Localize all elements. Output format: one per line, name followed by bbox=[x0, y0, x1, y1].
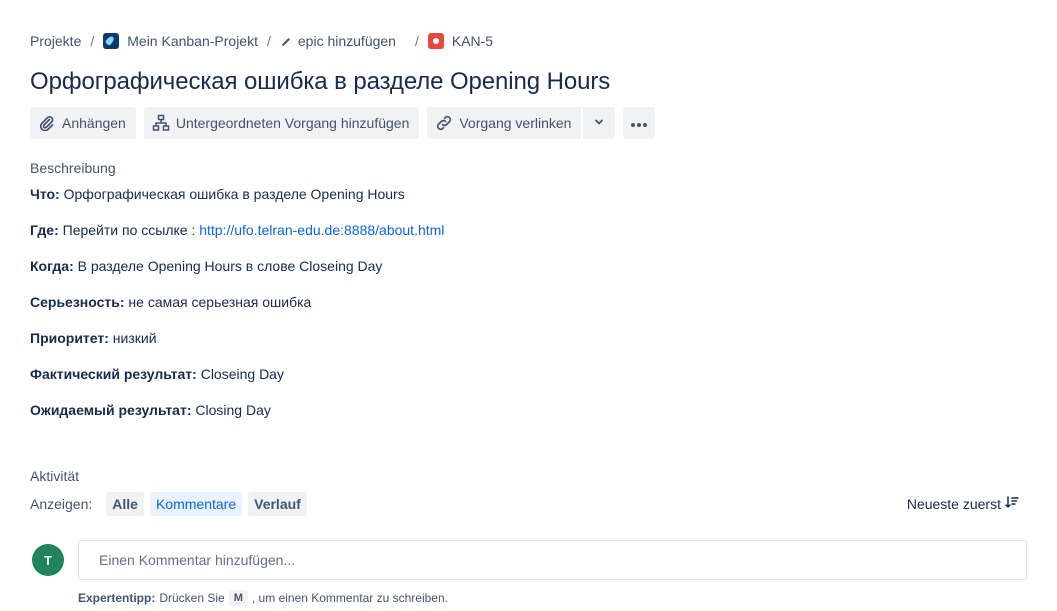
sort-order-button[interactable]: Neueste zuerst bbox=[907, 495, 1019, 512]
breadcrumb-project[interactable]: Mein Kanban-Projekt bbox=[103, 33, 258, 49]
activity-filter-bar: Anzeigen: Alle Kommentare Verlauf bbox=[30, 492, 307, 516]
description-line: Приоритет: низкий bbox=[30, 330, 444, 366]
description-value: не самая серьезная ошибка bbox=[124, 294, 312, 310]
description-value: низкий bbox=[108, 330, 157, 346]
breadcrumb-epic-label: epic hinzufügen bbox=[297, 33, 396, 49]
breadcrumb-separator: / bbox=[90, 33, 95, 49]
description-key: Ожидаемый результат: bbox=[30, 402, 192, 418]
tip-text-after: , um einen Kommentar zu schreiben. bbox=[251, 591, 448, 605]
tip-text-before: Drücken Sie bbox=[159, 591, 225, 605]
description-value: Перейти по ссылке : bbox=[58, 222, 200, 238]
issue-title[interactable]: Орфографическая ошибка в разделе Opening… bbox=[30, 68, 610, 96]
expert-tip: Expertentipp: Drücken Sie M , um einen K… bbox=[78, 590, 448, 606]
rocket-icon bbox=[103, 33, 120, 49]
more-actions-button[interactable] bbox=[623, 107, 656, 139]
show-label: Anzeigen: bbox=[30, 496, 93, 512]
filter-all[interactable]: Alle bbox=[106, 492, 144, 516]
comment-input[interactable]: Einen Kommentar hinzufügen... bbox=[78, 540, 1027, 580]
description-body[interactable]: Что: Орфографическая ошибка в разделе Op… bbox=[30, 186, 444, 438]
description-label: Beschreibung bbox=[30, 160, 116, 176]
description-key: Приоритет: bbox=[30, 330, 109, 346]
description-value: В разделе Opening Hours в слове Closeing… bbox=[73, 258, 383, 274]
add-child-issue-button[interactable]: Untergeordneten Vorgang hinzufügen bbox=[143, 107, 420, 139]
tip-label: Expertentipp: bbox=[78, 591, 156, 605]
more-icon bbox=[629, 115, 649, 131]
description-line: Фактический результат: Closeing Day bbox=[30, 366, 444, 402]
description-line: Где: Перейти по ссылке : http://ufo.telr… bbox=[30, 222, 444, 258]
description-line: Серьезность: не самая серьезная ошибка bbox=[30, 294, 444, 330]
description-key: Серьезность: bbox=[30, 294, 125, 310]
description-key: Что: bbox=[30, 186, 60, 202]
description-line: Когда: В разделе Opening Hours в слове C… bbox=[30, 258, 444, 294]
bug-icon bbox=[427, 33, 444, 49]
avatar[interactable]: T bbox=[32, 544, 64, 576]
breadcrumb-issue[interactable]: KAN-5 bbox=[427, 33, 494, 49]
breadcrumb-issue-key: KAN-5 bbox=[451, 33, 494, 49]
description-value: Closing Day bbox=[191, 402, 271, 418]
breadcrumb-project-label: Mein Kanban-Projekt bbox=[127, 33, 258, 49]
breadcrumb-separator: / bbox=[414, 33, 419, 49]
breadcrumb-epic[interactable]: epic hinzufügen bbox=[280, 33, 396, 49]
link-issue-label: Vorgang verlinken bbox=[459, 115, 572, 131]
description-link[interactable]: http://ufo.telran-edu.de:8888/about.html bbox=[199, 222, 444, 238]
description-line: Что: Орфографическая ошибка в разделе Op… bbox=[30, 186, 444, 222]
description-value: Орфографическая ошибка в разделе Opening… bbox=[59, 186, 405, 202]
filter-history[interactable]: Verlauf bbox=[248, 492, 307, 516]
pencil-icon bbox=[280, 35, 292, 47]
link-icon bbox=[435, 114, 453, 132]
attach-button[interactable]: Anhängen bbox=[30, 107, 136, 139]
description-line: Ожидаемый результат: Closing Day bbox=[30, 402, 444, 438]
link-issue-button[interactable]: Vorgang verlinken bbox=[427, 107, 582, 139]
description-key: Фактический результат: bbox=[30, 366, 197, 382]
breadcrumb-separator: / bbox=[267, 33, 271, 49]
hierarchy-icon bbox=[152, 114, 170, 132]
keyboard-key: M bbox=[228, 590, 248, 606]
activity-label: Aktivität bbox=[30, 468, 80, 484]
sort-label: Neueste zuerst bbox=[906, 495, 1001, 512]
sort-descending-icon bbox=[1001, 495, 1019, 512]
issue-toolbar: Anhängen Untergeordneten Vorgang hinzufü… bbox=[30, 107, 656, 139]
chevron-down-icon bbox=[593, 115, 605, 131]
attach-label: Anhängen bbox=[62, 115, 126, 131]
add-child-label: Untergeordneten Vorgang hinzufügen bbox=[175, 115, 410, 131]
breadcrumb-projects[interactable]: Projekte bbox=[30, 33, 81, 49]
description-value: Closeing Day bbox=[196, 366, 284, 382]
description-key: Где: bbox=[30, 222, 59, 238]
paperclip-icon bbox=[38, 114, 56, 132]
breadcrumb: Projekte / Mein Kanban-Projekt / epic hi… bbox=[30, 31, 493, 51]
link-issue-dropdown[interactable] bbox=[583, 107, 616, 139]
filter-comments[interactable]: Kommentare bbox=[149, 492, 243, 516]
description-key: Когда: bbox=[30, 258, 74, 274]
issue-page: Projekte / Mein Kanban-Projekt / epic hi… bbox=[0, 0, 1057, 611]
link-issue-split-button: Vorgang verlinken bbox=[427, 107, 616, 139]
